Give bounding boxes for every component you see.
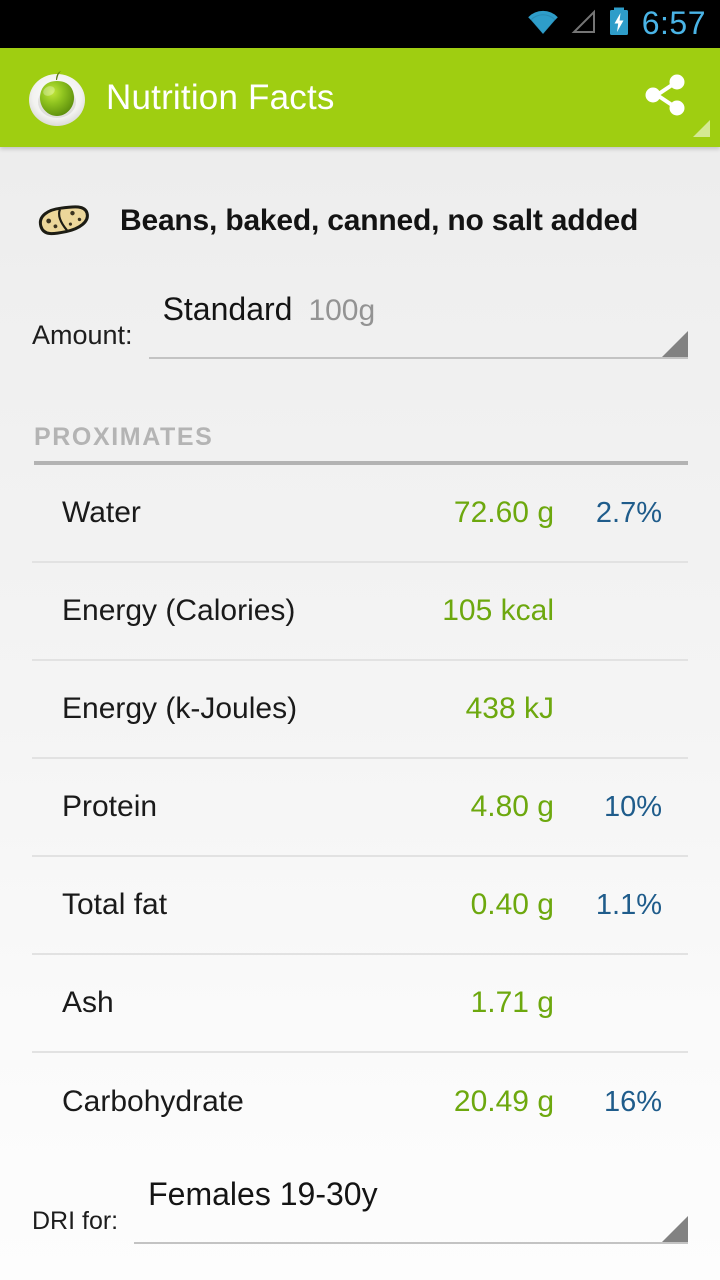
nutrient-row[interactable]: Ash 1.71 g bbox=[32, 955, 688, 1053]
action-bar: Nutrition Facts bbox=[0, 48, 720, 147]
nutrient-value: 438 kJ bbox=[465, 692, 554, 725]
status-bar: 6:57 bbox=[0, 0, 720, 48]
amount-spinner[interactable]: Standard 100g bbox=[148, 293, 688, 359]
spinner-triangle-icon[interactable] bbox=[662, 331, 688, 357]
nutrient-percent: 10% bbox=[603, 790, 662, 823]
nutrient-value: 105 kcal bbox=[442, 594, 554, 627]
battery-charging-icon bbox=[608, 7, 630, 42]
share-button[interactable] bbox=[610, 48, 720, 147]
nutrient-value: 4.80 g bbox=[470, 790, 554, 823]
nutrient-row[interactable]: Energy (Calories) 105 kcal bbox=[32, 563, 688, 661]
nutrient-label: Water bbox=[62, 496, 141, 529]
food-name: Beans, baked, canned, no salt added bbox=[120, 203, 639, 237]
amount-row: Amount: Standard 100g bbox=[0, 293, 720, 359]
amount-label: Amount: bbox=[32, 320, 133, 350]
nutrient-label: Total fat bbox=[62, 888, 168, 921]
nutrient-percent: 16% bbox=[603, 1085, 662, 1118]
cellular-signal-icon bbox=[569, 8, 599, 41]
nutrient-percent: 1.1% bbox=[595, 888, 662, 921]
beans-food-icon bbox=[30, 200, 96, 240]
nutrient-percent: 2.7% bbox=[595, 496, 662, 529]
apple-logo-icon bbox=[26, 67, 88, 129]
nutrient-row[interactable]: Water 72.60 g 2.7% bbox=[32, 465, 688, 563]
amount-value: Standard bbox=[162, 291, 293, 327]
nutrient-label: Ash bbox=[62, 986, 114, 1019]
nutrient-value: 1.71 g bbox=[470, 986, 554, 1019]
food-header: Beans, baked, canned, no salt added bbox=[0, 147, 720, 251]
spinner-triangle-icon[interactable] bbox=[662, 1216, 688, 1242]
dri-value: Females 19-30y bbox=[148, 1176, 378, 1212]
nutrient-value: 72.60 g bbox=[453, 496, 554, 529]
dri-spinner[interactable]: Females 19-30y bbox=[134, 1178, 688, 1244]
nutrient-label: Protein bbox=[62, 790, 158, 823]
nutrient-list: Water 72.60 g 2.7% Energy (Calories) 105 kca… bbox=[0, 465, 720, 1151]
nutrient-row[interactable]: Protein 4.80 g 10% bbox=[32, 759, 688, 857]
wifi-icon bbox=[526, 8, 560, 41]
nutrient-row[interactable]: Carbohydrate 20.49 g 16% bbox=[32, 1053, 688, 1151]
nutrient-row[interactable]: Energy (k-Joules) 438 kJ bbox=[32, 661, 688, 759]
overflow-triangle-icon[interactable] bbox=[693, 120, 710, 137]
status-bar-clock: 6:57 bbox=[641, 5, 706, 41]
nutrient-label: Energy (k-Joules) bbox=[62, 692, 298, 725]
nutrient-value: 0.40 g bbox=[470, 888, 554, 921]
dri-label: DRI for: bbox=[32, 1207, 119, 1235]
section-title: PROXIMATES bbox=[34, 423, 214, 451]
nutrient-label: Carbohydrate bbox=[62, 1085, 244, 1118]
section-proximates: PROXIMATES bbox=[0, 423, 720, 465]
nutrition-facts-screen: 6:57 Nutrition Facts Beans, baked, canne… bbox=[0, 0, 720, 1280]
page-title: Nutrition Facts bbox=[106, 78, 335, 117]
share-icon[interactable] bbox=[639, 69, 691, 126]
nutrient-label: Energy (Calories) bbox=[62, 594, 296, 627]
nutrient-row[interactable]: Total fat 0.40 g 1.1% bbox=[32, 857, 688, 955]
nutrient-value: 20.49 g bbox=[453, 1085, 554, 1118]
amount-sub-value: 100g bbox=[308, 294, 376, 327]
dri-row: DRI for: Females 19-30y bbox=[0, 1178, 720, 1244]
status-bar-icons bbox=[526, 7, 630, 42]
